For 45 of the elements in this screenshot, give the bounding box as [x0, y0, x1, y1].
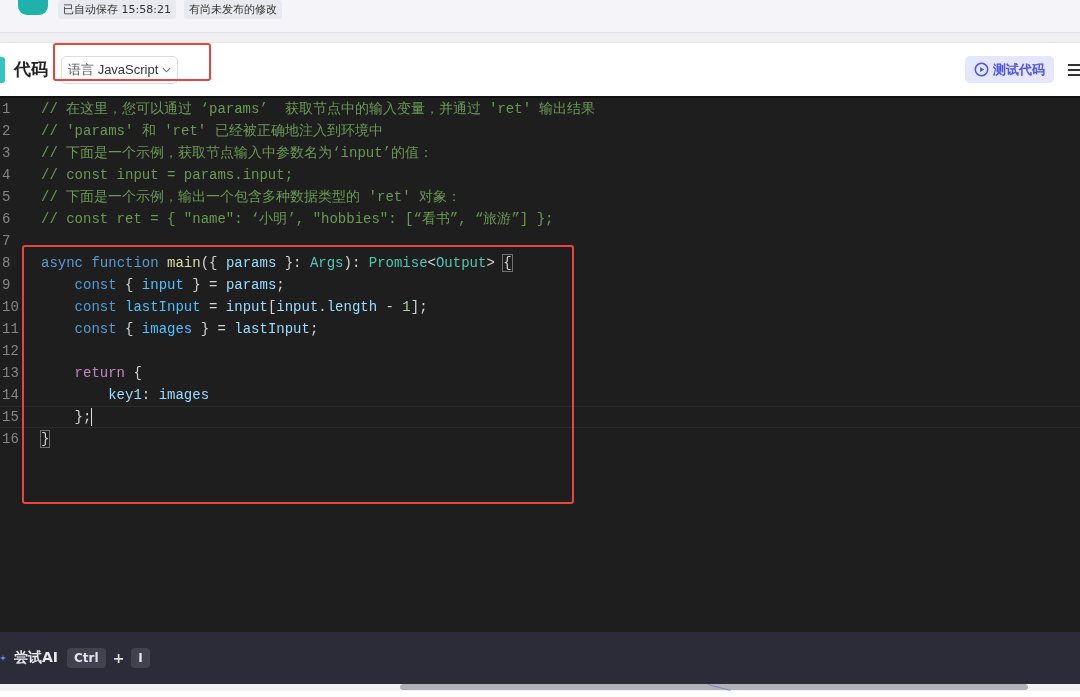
- test-code-button[interactable]: 测试代码: [965, 56, 1054, 83]
- line-number: 7: [2, 233, 12, 249]
- code-line: }: [41, 431, 50, 447]
- panel-title: 代码: [14, 58, 48, 81]
- app-logo: [18, 0, 48, 15]
- line-number: 5: [2, 189, 12, 205]
- code-line: // 'params' 和 'ret' 已经被正确地注入到环境中: [41, 122, 383, 140]
- code-line: return {: [73, 365, 142, 381]
- code-line: // const ret = { "name": ‘小明’, "hobbies": [“看书”, “旅游”] };: [41, 210, 554, 228]
- code-line: const lastInput = input[input.length - 1];: [73, 299, 428, 315]
- code-line: key1: images: [107, 387, 210, 403]
- status-badge: 已自动保存 15:58:21: [58, 0, 176, 19]
- line-number: 1: [2, 101, 12, 117]
- caret-icon: [162, 66, 172, 73]
- code-editor[interactable]: [0, 96, 1080, 632]
- node-icon: [0, 56, 5, 83]
- line-number: 6: [2, 211, 12, 227]
- ai-label: 尝试AI: [14, 649, 59, 667]
- line-number: 4: [2, 167, 12, 183]
- play-icon: [974, 62, 989, 77]
- code-line: // 下面是一个示例，输出一个包含多种数据类型的 'ret' 对象：: [41, 188, 461, 206]
- line-number: 10: [2, 299, 16, 315]
- code-line: // 在这里，您可以通过 ‘params’ 获取节点中的输入变量，并通过 'ret' 输出结果: [41, 100, 596, 118]
- code-line: };: [73, 408, 93, 426]
- code-line: // const input = params.input;: [41, 167, 294, 183]
- line-number: 12: [2, 343, 16, 359]
- line-number: 9: [2, 277, 12, 293]
- code-line: const { input } = params;: [73, 277, 285, 293]
- code-line: // 下面是一个示例，获取节点输入中参数名为‘input’的值：: [41, 144, 433, 162]
- code-line: const { images } = lastInput;: [73, 321, 319, 337]
- line-number: 3: [2, 145, 12, 161]
- code-line: async function main({ params }: Args): Promise<Output> {: [41, 255, 512, 271]
- line-number: 8: [2, 255, 12, 271]
- line-number: 2: [2, 123, 12, 139]
- line-number: 16: [2, 431, 16, 447]
- plus-sign: +: [112, 650, 125, 666]
- key-cap: I: [131, 648, 150, 668]
- language-select[interactable]: 语言 JavaScript: [61, 55, 179, 84]
- key-cap: Ctrl: [67, 648, 106, 668]
- menu-icon[interactable]: [1068, 62, 1080, 77]
- scrollbar-thumb[interactable]: [400, 684, 1028, 690]
- text-cursor: [91, 408, 93, 426]
- status-badge: 有尚未发布的修改: [183, 0, 282, 19]
- line-number: 13: [2, 365, 16, 381]
- line-number: 15: [2, 409, 16, 425]
